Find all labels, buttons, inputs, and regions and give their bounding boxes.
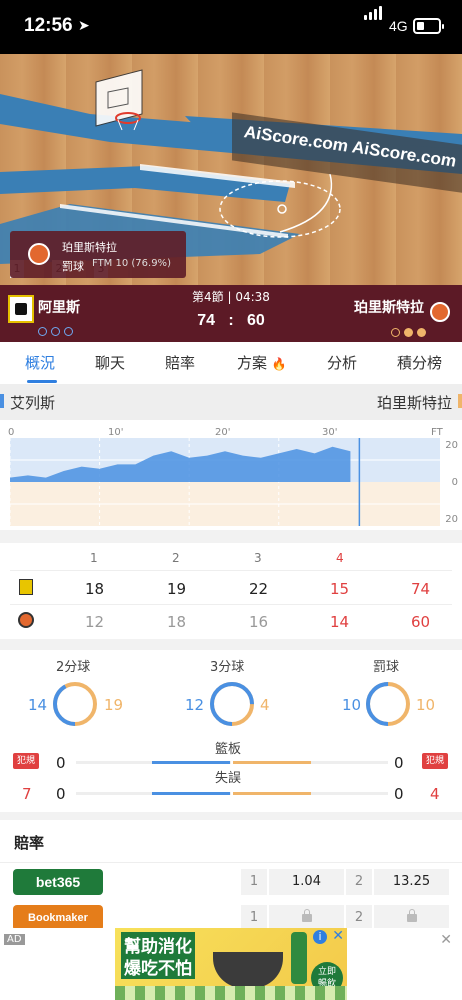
event-popup: 珀里斯特拉 罰球 FTM 10 (76.9%) — [10, 231, 186, 278]
odds-col-label: 2 — [346, 869, 372, 895]
home-turnovers-bar — [152, 792, 230, 795]
status-bar: 12:56 ➤ 4G — [0, 0, 462, 54]
stat-label-3pt: 3分球 — [210, 660, 245, 675]
scoreboard: 阿里斯 第4節 | 04:38 74 : 60 珀里斯特拉 — [0, 285, 462, 342]
team-names-header: 艾列斯 珀里斯特拉 — [0, 384, 462, 420]
tab-odds[interactable]: 賠率 — [165, 352, 195, 373]
away-rebounds: 0 — [394, 754, 404, 772]
away-q2: 18 — [167, 613, 187, 631]
bottle-icon — [291, 932, 307, 984]
ad-image[interactable]: 幫助消化 爆吃不怕 立即 暢飲 i ✕ — [115, 928, 347, 1000]
tab-chat[interactable]: 聊天 — [95, 352, 125, 373]
event-team: 珀里斯特拉 — [62, 241, 117, 254]
hotpot-icon — [213, 952, 283, 988]
quarter-header: 3 — [254, 551, 262, 565]
score-trend-chart: 0 10' 20' 30' FT 20 0 20 — [0, 420, 462, 530]
away-rebounds-bar — [233, 761, 311, 764]
rebounds-label: 籃板 — [215, 742, 242, 757]
away-team-logo-icon — [18, 612, 34, 628]
quarter-header-current: 4 — [336, 551, 344, 565]
home-rebounds-bar — [152, 761, 230, 764]
home-rebounds: 0 — [56, 754, 66, 772]
odds-section: 賠率 bet365 1 1.04 2 13.25 Bookmaker 1 2 — [0, 820, 462, 931]
event-action: 罰球 — [62, 260, 84, 273]
away-team-name: 珀里斯特拉 — [354, 300, 424, 316]
fire-icon: 🔥 — [271, 357, 287, 371]
home-fouls: 7 — [22, 785, 32, 803]
ad-headline-2: 爆吃不怕 — [121, 954, 195, 979]
home-q1: 18 — [85, 580, 105, 598]
away-total: 60 — [411, 613, 431, 631]
tab-bar: 概況 聊天 賠率 方案 🔥 分析 積分榜 — [0, 342, 462, 384]
network-type: 4G — [389, 18, 408, 34]
home-ft: 10 — [342, 696, 362, 714]
stat-label-2pt: 2分球 — [56, 660, 91, 675]
away-q1: 12 — [85, 613, 105, 631]
home-q4: 15 — [330, 580, 350, 598]
battery-icon — [413, 18, 444, 34]
away-3pt: 4 — [260, 696, 270, 714]
live-court-animation: AiScore.com AiScore.com 1 2 3 珀里斯特拉 罰球 F… — [0, 54, 462, 342]
away-q4: 14 — [330, 613, 350, 631]
tab-plans[interactable]: 方案 🔥 — [237, 352, 287, 373]
bet365-home-odds[interactable]: 1.04 — [269, 869, 344, 895]
quarter-scores: 1 2 3 4 18 19 22 15 74 12 18 16 14 60 — [0, 543, 462, 639]
lock-icon — [301, 909, 312, 922]
stat-label-ft: 罰球 — [373, 660, 400, 675]
odds-col-label: 1 — [241, 869, 267, 895]
away-turnovers: 0 — [394, 785, 404, 803]
away-ft: 10 — [416, 696, 436, 714]
home-team-label: 艾列斯 — [10, 394, 56, 412]
away-turnovers-bar — [233, 792, 311, 795]
status-time: 12:56 — [24, 15, 73, 36]
ad-banner: AD 幫助消化 爆吃不怕 立即 暢飲 i ✕ ✕ — [0, 928, 462, 1000]
bet365-button[interactable]: bet365 — [13, 869, 103, 895]
home-3pt: 12 — [185, 696, 205, 714]
quarter-header: 2 — [172, 551, 180, 565]
trend-plot — [9, 438, 440, 526]
tab-analysis[interactable]: 分析 — [327, 352, 357, 373]
team-logo-icon — [28, 243, 50, 265]
odds-title: 賠率 — [14, 834, 45, 852]
ad-close-icon[interactable]: ✕ — [332, 928, 344, 944]
ad-info-icon[interactable]: i — [313, 930, 327, 944]
quarter-header: 1 — [90, 551, 98, 565]
away-foul-badge: 犯規 — [422, 753, 448, 769]
active-tab-indicator — [27, 380, 57, 383]
away-q3: 16 — [249, 613, 269, 631]
lock-icon — [406, 909, 417, 922]
ring-ft — [366, 682, 410, 726]
turnovers-label: 失誤 — [215, 771, 242, 786]
away-2pt: 19 — [104, 696, 124, 714]
home-total: 74 — [411, 580, 431, 598]
home-turnovers: 0 — [56, 785, 66, 803]
tab-standings[interactable]: 積分榜 — [397, 352, 442, 373]
location-arrow-icon: ➤ — [78, 18, 90, 34]
bet365-away-odds[interactable]: 13.25 — [374, 869, 449, 895]
event-detail: FTM 10 (76.9%) — [92, 258, 171, 269]
team-stats: 2分球 3分球 罰球 14 19 12 4 10 10 籃板 犯規 0 0 犯規… — [0, 650, 462, 812]
tab-overview[interactable]: 概況 — [25, 352, 55, 373]
home-foul-badge: 犯規 — [13, 753, 39, 769]
home-q2: 19 — [167, 580, 187, 598]
ring-2pt — [53, 682, 97, 726]
home-2pt: 14 — [28, 696, 48, 714]
away-fouls: 4 — [430, 785, 440, 803]
away-team-logo-icon — [430, 302, 450, 322]
home-team-logo-icon — [19, 579, 33, 595]
away-team-label: 珀里斯特拉 — [376, 394, 452, 412]
ad-tag: AD — [4, 934, 25, 945]
away-timeouts — [387, 322, 426, 341]
ring-3pt — [210, 682, 254, 726]
close-icon[interactable]: ✕ — [440, 932, 452, 948]
home-q3: 22 — [249, 580, 269, 598]
